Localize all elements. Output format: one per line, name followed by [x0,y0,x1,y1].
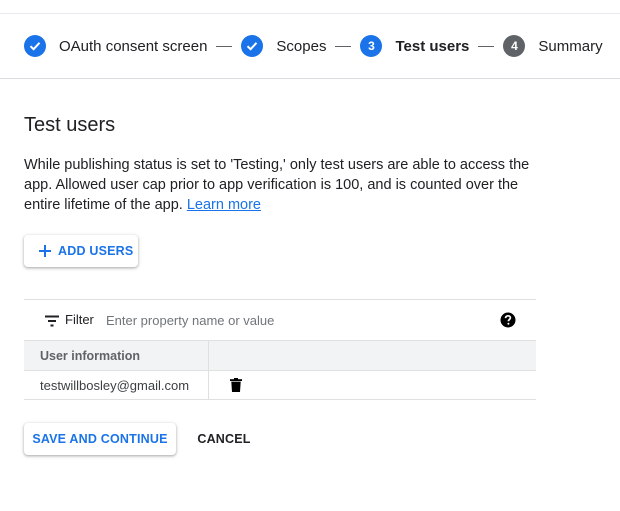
step-separator [216,45,233,47]
filter-icon[interactable] [45,315,59,327]
check-icon [24,35,46,57]
top-divider [0,13,620,14]
step-number: 4 [503,35,526,57]
page-description: While publishing status is set to 'Testi… [24,155,544,215]
add-users-button[interactable]: ADD USERS [24,235,138,267]
step-label: OAuth consent screen [59,37,208,55]
help-icon[interactable] [500,312,516,328]
step-oauth-consent-screen[interactable]: OAuth consent screen [24,35,207,57]
trash-icon[interactable] [230,378,242,392]
step-label: Test users [395,37,470,55]
user-email-cell: testwillbosley@gmail.com [24,370,209,400]
step-test-users[interactable]: 3 Test users [360,35,469,57]
step-separator [335,45,352,47]
save-and-continue-button[interactable]: SAVE AND CONTINUE [24,423,176,455]
column-header-user-information[interactable]: User information [24,340,209,371]
step-scopes[interactable]: Scopes [241,35,326,57]
column-header-actions [208,340,536,371]
add-users-label: ADD USERS [58,244,134,258]
filter-input[interactable] [106,310,486,330]
table-header-row: User information [24,340,536,371]
step-summary[interactable]: 4 Summary [503,35,603,57]
cancel-button[interactable]: CANCEL [190,423,258,455]
stepper: OAuth consent screen Scopes 3 Test users… [24,34,603,58]
plus-icon [39,245,51,257]
stepper-divider [0,78,620,79]
page-title: Test users [24,114,116,136]
description-text: While publishing status is set to 'Testi… [24,157,530,213]
check-icon [241,35,264,57]
actions-cell [208,370,536,400]
test-users-table: User information testwillbosley@gmail.co… [24,340,536,400]
filter-label: Filter [65,312,94,327]
learn-more-link[interactable]: Learn more [187,197,261,213]
step-label: Scopes [276,37,327,55]
table-row: testwillbosley@gmail.com [24,370,536,400]
step-label: Summary [538,37,603,55]
filter-bar: Filter [24,299,536,340]
step-number: 3 [360,35,383,57]
step-separator [478,45,495,47]
